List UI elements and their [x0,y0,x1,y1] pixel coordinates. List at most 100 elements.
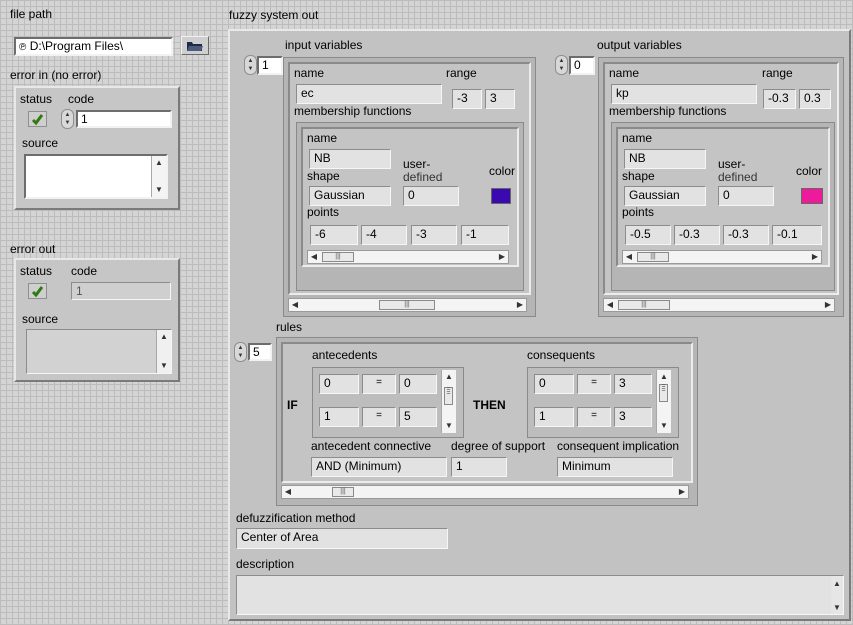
antecedent-connective-value: AND (Minimum) [316,459,402,473]
error-out-code-field: 1 [71,282,171,300]
scroll-up-icon[interactable]: ▲ [831,578,843,590]
input-vars-scrollbar[interactable]: ◀ ||| ▶ [288,298,527,312]
if-label: IF [287,398,298,412]
output-mf-array: name NB shape user- defined color Gaussi… [611,122,835,291]
input-mf-name-label: name [307,131,338,145]
output-mf-name-label: name [622,131,653,145]
antecedent-connective-label: antecedent connective [311,439,432,453]
output-point-2: -0.3 [674,225,720,245]
description-scrollbar[interactable]: ▲ ▼ [831,576,843,614]
input-user-defined-value: 0 [408,188,415,202]
output-point-1: -0.5 [625,225,671,245]
scroll-right-icon[interactable]: ▶ [809,251,821,263]
input-color-swatch[interactable] [491,188,511,204]
error-in-source-field[interactable]: ▲ ▼ [24,154,168,199]
scroll-up-icon[interactable]: ▲ [152,157,166,169]
output-vars-label: output variables [597,38,682,52]
error-in-code-spinner[interactable]: ▲ ▼ [61,109,74,129]
rules-scrollbar[interactable]: ◀ ||| ▶ [281,485,689,499]
scroll-down-icon[interactable]: ▼ [157,360,171,372]
error-in-status-indicator[interactable] [28,111,47,127]
input-points-scrollbar[interactable]: ◀ ||| ▶ [307,250,509,264]
scroll-down-icon[interactable]: ▼ [152,184,166,196]
consequent-2-a: 1 [534,407,574,427]
consequents-scrollbar[interactable]: ▲ = = ▼ [656,370,671,433]
output-name-label: name [609,66,640,80]
fuzzy-system-label: fuzzy system out [229,8,319,22]
scroll-thumb[interactable]: ||| [637,252,669,262]
output-vars-index-field[interactable]: 0 [569,56,595,75]
consequent-1-b-value: 3 [619,376,626,390]
check-icon [31,114,44,126]
scroll-down-icon[interactable]: ▼ [657,420,671,432]
error-out-source-scrollbar[interactable]: ▲ ▼ [156,330,171,373]
rules-index-spinner[interactable]: ▲ ▼ [234,342,247,362]
error-in-code-field[interactable]: 1 [76,110,172,128]
scroll-right-icon[interactable]: ▶ [496,251,508,263]
rules-index-field[interactable]: 5 [248,343,272,361]
input-range-min-field: -3 [452,89,482,109]
input-point-2-value: -4 [366,227,377,241]
output-points-scrollbar[interactable]: ◀ ||| ▶ [622,250,822,264]
scroll-thumb[interactable]: ||| [379,300,435,310]
consequent-2-b: 3 [614,407,652,427]
input-point-4-value: -1 [466,227,477,241]
scroll-right-icon[interactable]: ▶ [822,299,834,311]
output-range-max-value: 0.3 [804,91,821,105]
input-shape-value: Gaussian [314,188,365,202]
input-shape-field: Gaussian [309,186,391,206]
output-user-label-2: defined [718,170,758,184]
input-vars-index-spinner[interactable]: ▲ ▼ [244,55,257,75]
antecedent-1-a-value: 0 [324,376,331,390]
scroll-thumb[interactable]: ||| [332,487,354,497]
consequent-1-b: 3 [614,374,652,394]
output-color-swatch[interactable] [801,188,823,204]
input-user-defined-field: 0 [403,186,459,206]
antecedent-2-b-value: 5 [404,409,411,423]
output-mf-label: membership functions [609,104,727,118]
degree-of-support-field: 1 [451,457,507,477]
output-point-3: -0.3 [723,225,769,245]
error-out-label: error out [10,242,56,256]
input-point-1: -6 [310,225,358,245]
input-range-label: range [446,66,477,80]
scroll-thumb[interactable]: ||| [322,252,354,262]
output-point-3-value: -0.3 [728,227,749,241]
scroll-left-icon[interactable]: ◀ [623,251,635,263]
scroll-right-icon[interactable]: ▶ [676,486,688,498]
scroll-thumb[interactable]: = = [444,386,453,405]
input-vars-index-value: 1 [262,58,269,72]
scroll-left-icon[interactable]: ◀ [604,299,616,311]
file-path-input[interactable]: ℗ D:\Program Files\ [14,37,173,56]
scroll-up-icon[interactable]: ▲ [157,331,171,343]
output-range-min-value: -0.3 [768,91,789,105]
error-in-status-label: status [20,92,53,106]
scroll-thumb[interactable]: = = [659,383,668,402]
output-vars-scrollbar[interactable]: ◀ ||| ▶ [603,298,835,312]
scroll-down-icon[interactable]: ▼ [831,602,843,614]
defuzzification-field: Center of Area [236,528,448,549]
scroll-right-icon[interactable]: ▶ [514,299,526,311]
error-in-source-scrollbar[interactable]: ▲ ▼ [151,156,166,197]
error-in-cluster: status code ▲ ▼ 1 source ▲ ▼ [14,86,180,210]
scroll-thumb[interactable]: ||| [618,300,670,310]
output-user-defined-value: 0 [723,188,730,202]
consequent-2-op-value: = [591,410,597,421]
scroll-up-icon[interactable]: ▲ [442,371,456,383]
consequent-1-a: 0 [534,374,574,394]
antecedents-scrollbar[interactable]: ▲ = = ▼ [441,370,456,433]
browse-button[interactable] [181,36,209,55]
output-vars-array: name range kp -0.3 0.3 membership functi… [598,57,844,317]
scroll-up-icon[interactable]: ▲ [657,371,671,383]
input-vars-index-field[interactable]: 1 [257,56,283,75]
antecedent-1-b: 0 [399,374,437,394]
scroll-left-icon[interactable]: ◀ [289,299,301,311]
scroll-down-icon[interactable]: ▼ [442,420,456,432]
defuzzification-label: defuzzification method [236,511,356,525]
input-mf-array: name NB shape user- defined color Gaussi… [296,122,524,291]
scroll-left-icon[interactable]: ◀ [282,486,294,498]
output-range-label: range [762,66,793,80]
antecedent-1-op-value: = [376,377,382,388]
scroll-left-icon[interactable]: ◀ [308,251,320,263]
output-vars-index-spinner[interactable]: ▲ ▼ [555,55,568,75]
